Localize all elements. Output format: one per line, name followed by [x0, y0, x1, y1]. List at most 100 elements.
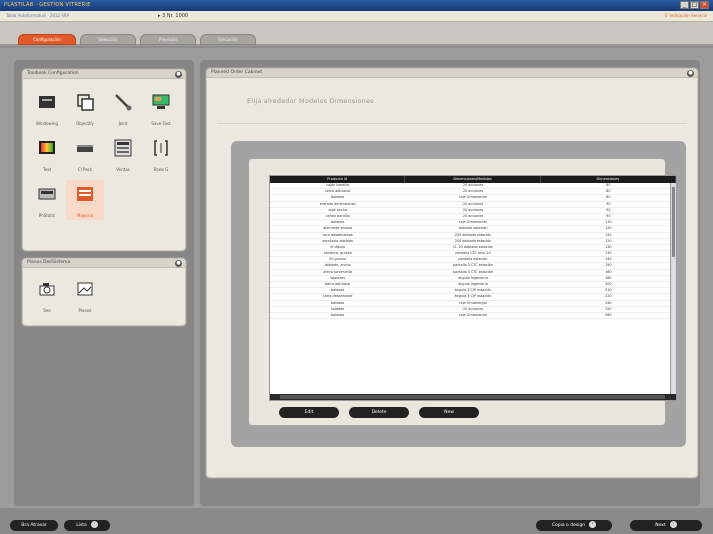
tool-save-fast[interactable]: Save Fast: [142, 88, 180, 128]
tools-panel-header: Toolbook Configuration ●: [23, 70, 185, 79]
table-cell: 80: [606, 195, 611, 200]
tool-label: PhStatic: [38, 213, 56, 218]
box-icon: [77, 145, 93, 152]
chevron-right-icon: ›: [589, 521, 597, 528]
table-cell: cañon bordillo: [325, 213, 350, 218]
table-cell: 90: [606, 201, 611, 206]
vertical-scrollbar[interactable]: [670, 183, 676, 395]
window-title: PLASTILAB · GESTION VITRERIE: [4, 2, 91, 8]
back-label: Bra Atrasar: [21, 523, 47, 528]
table-cell: 120: [605, 238, 612, 243]
tab-configuracion[interactable]: Configuración: [18, 34, 76, 45]
back-button[interactable]: Bra Atrasar: [10, 520, 58, 531]
products-panel: Planos Del/Sistema ● Seo Planos: [22, 258, 186, 326]
table-cell: 200 doblado estación: [454, 232, 492, 237]
pin-icon[interactable]: ●: [175, 71, 182, 78]
maximize-button[interactable]: □: [690, 1, 699, 9]
tool-label: Mayoría: [77, 213, 93, 218]
tool-phstatic[interactable]: PhStatic: [28, 180, 66, 220]
new-button[interactable]: New: [419, 407, 479, 418]
tool-objectify[interactable]: Objectify: [66, 88, 104, 128]
tool-planos[interactable]: Planos: [66, 275, 104, 315]
table-cell: 250: [605, 306, 612, 311]
pin-icon[interactable]: ●: [175, 260, 182, 267]
table-cell: 80: [606, 183, 611, 187]
edit-button[interactable]: Edit: [279, 407, 339, 418]
order-panel: Planned Order Cabinet ● Elija alrededor …: [206, 68, 698, 478]
tool-ventas[interactable]: Ventas: [104, 134, 142, 174]
table-cell: reja Ornamental: [459, 312, 487, 317]
table-cell: ángulo 3 C/P estación: [454, 288, 492, 293]
products-panel-title: Planos Del/Sistema: [27, 260, 71, 265]
tool-label: Joint: [118, 121, 128, 126]
tool-label: Rows G: [153, 167, 169, 172]
grid-header: Producto id Dimensiones/Medidas Dimensio…: [270, 176, 676, 183]
tool-seo[interactable]: Seo: [28, 275, 66, 315]
tool-rows-g[interactable]: Rows G: [142, 134, 180, 174]
table-cell: 220: [605, 294, 612, 299]
path-text: Tabla Autoformatuiii · 2012 SRP: [6, 13, 70, 18]
table-cell: ángulo 3 C/P estación: [454, 294, 492, 299]
column-header[interactable]: Dimensiones/Medidas: [405, 176, 541, 183]
footer-bar: Bra Atrasar Lista › Copia o design › Next ›: [0, 508, 713, 534]
chevron-right-icon: ›: [669, 521, 677, 528]
table-cell: carro desarmable: [322, 294, 353, 299]
service-link[interactable]: © Indicación Servicio: [664, 13, 707, 18]
tab-prevision[interactable]: Previsión: [140, 34, 196, 45]
table-cell: soldado: [331, 306, 345, 311]
horizontal-scrollbar[interactable]: [270, 394, 676, 400]
table-cell: 160: [605, 269, 612, 274]
column-header[interactable]: Producto id: [270, 176, 406, 183]
tool-label: Windowing: [36, 121, 58, 126]
camera-icon: [39, 283, 55, 296]
window-tool-icon: [39, 96, 55, 108]
duplicate-icon: [77, 94, 94, 111]
next-label: Next: [655, 523, 666, 528]
close-button[interactable]: ×: [700, 1, 709, 9]
chevron-right-icon: ›: [90, 521, 98, 528]
order-panel-header: Planned Order Cabinet ●: [207, 69, 697, 78]
products-grid: Seo Planos: [28, 275, 180, 315]
scroll-thumb[interactable]: [280, 395, 665, 399]
table-cell: 120: [605, 232, 612, 237]
tab-seleccion[interactable]: Selección: [80, 34, 136, 45]
tools-grid: Windowing Objectify Joint Save Fast Text…: [28, 88, 180, 220]
dialog-body: Producto id Dimensiones/Medidas Dimensio…: [249, 159, 677, 425]
tools-panel: Toolbook Configuration ● Windowing Objec…: [22, 69, 186, 251]
order-panel-subtitle: Elija alrededor Modelos Dimensiones: [247, 97, 374, 105]
table-row[interactable]: baldoso reja Ornamental 260: [270, 312, 676, 320]
table-cell: cerca adicional: [324, 189, 351, 194]
divider: [217, 123, 687, 124]
column-header[interactable]: Dimensiones: [541, 176, 676, 183]
minimize-button[interactable]: _: [680, 1, 689, 9]
next-button[interactable]: Next ›: [630, 520, 702, 531]
table-cell: 260: [605, 312, 612, 317]
table-cell: 20 acciones: [462, 207, 484, 212]
table-cell: pantalla CTC arco 20: [455, 251, 491, 256]
table-cell: 130: [605, 251, 612, 256]
table-cell: baldoso: [331, 312, 345, 317]
tab-ejecucion[interactable]: Ejecución: [200, 34, 256, 45]
window-controls: _ □ ×: [680, 1, 709, 9]
tool-text[interactable]: Text: [28, 134, 66, 174]
tool-windowing[interactable]: Windowing: [28, 88, 66, 128]
table-cell: 200: [605, 282, 612, 286]
table-cell: Cl. 20 doblado estación: [453, 244, 493, 249]
table-cell: 240: [605, 300, 612, 305]
table-cell: 180: [605, 275, 612, 280]
table-cell: 110: [605, 220, 612, 225]
tool-joint[interactable]: Joint: [104, 88, 142, 128]
photo-icon: [77, 282, 93, 296]
tool-label: Seo: [43, 308, 51, 313]
tool-cl-pack[interactable]: Cl Pack: [66, 134, 104, 174]
table-cell: 210: [605, 288, 612, 293]
tool-mayoria[interactable]: Mayoría: [66, 180, 104, 220]
list-button[interactable]: Lista ›: [64, 520, 110, 531]
brackets-icon: [154, 140, 168, 156]
scroll-thumb[interactable]: [672, 187, 675, 257]
monitor-icon: [152, 94, 170, 109]
delete-button[interactable]: Delete: [349, 407, 409, 418]
save-design-button[interactable]: Copia o design ›: [536, 520, 612, 531]
pin-icon[interactable]: ●: [687, 70, 694, 77]
zoom-select[interactable]: ▸ 3 Nr. 1000: [158, 13, 188, 19]
